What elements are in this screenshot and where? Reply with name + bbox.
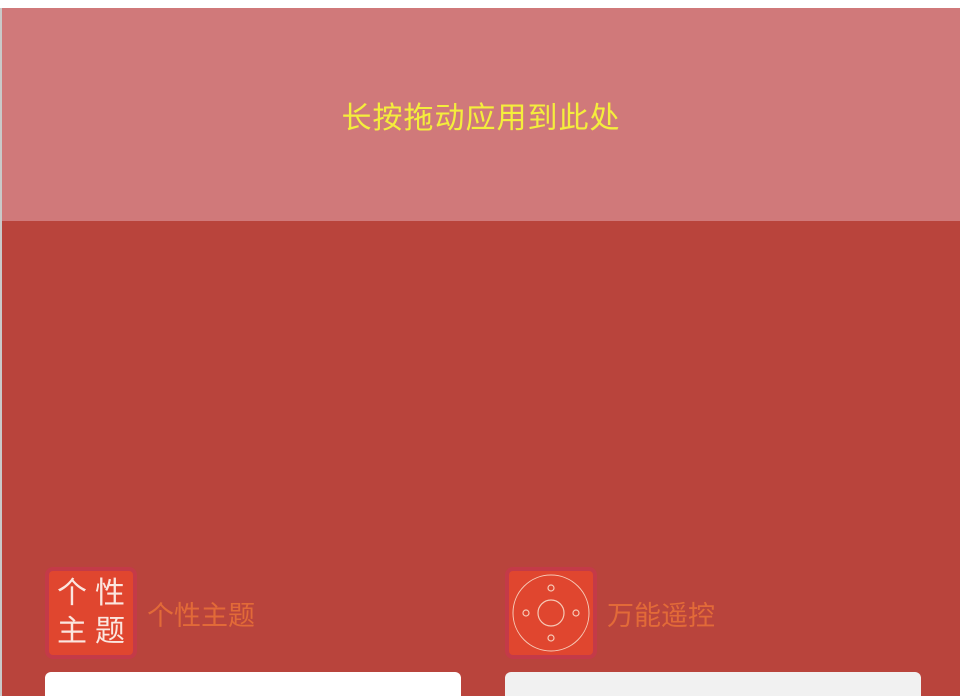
app-label: 个性主题 <box>147 600 255 632</box>
remote-icon-tile <box>509 571 593 655</box>
icon-char: 主 <box>57 614 87 649</box>
remote-control-icon <box>505 567 597 659</box>
app-label: 万能遥控 <box>607 600 715 632</box>
widget-card[interactable] <box>45 672 461 696</box>
app-drop-zone[interactable]: 长按拖动应用到此处 <box>2 8 960 221</box>
window-edge <box>0 8 2 696</box>
icon-char: 个 <box>57 576 87 611</box>
icon-char: 性 <box>95 576 125 611</box>
status-strip <box>0 0 960 8</box>
app-personal-theme[interactable]: 个 性 主 题 个性主题 <box>45 564 255 662</box>
icon-char: 题 <box>95 614 125 649</box>
app-universal-remote[interactable]: 万能遥控 <box>505 564 715 662</box>
widget-card[interactable] <box>505 672 921 696</box>
drop-zone-hint: 长按拖动应用到此处 <box>341 100 621 136</box>
theme-calligraphy-icon: 个 性 主 题 <box>45 567 137 659</box>
theme-icon-tile: 个 性 主 题 <box>49 571 133 655</box>
remote-dpad-icon <box>512 574 590 652</box>
launcher-screen: 长按拖动应用到此处 个 性 主 题 个性主题 万能遥控 <box>0 0 960 696</box>
